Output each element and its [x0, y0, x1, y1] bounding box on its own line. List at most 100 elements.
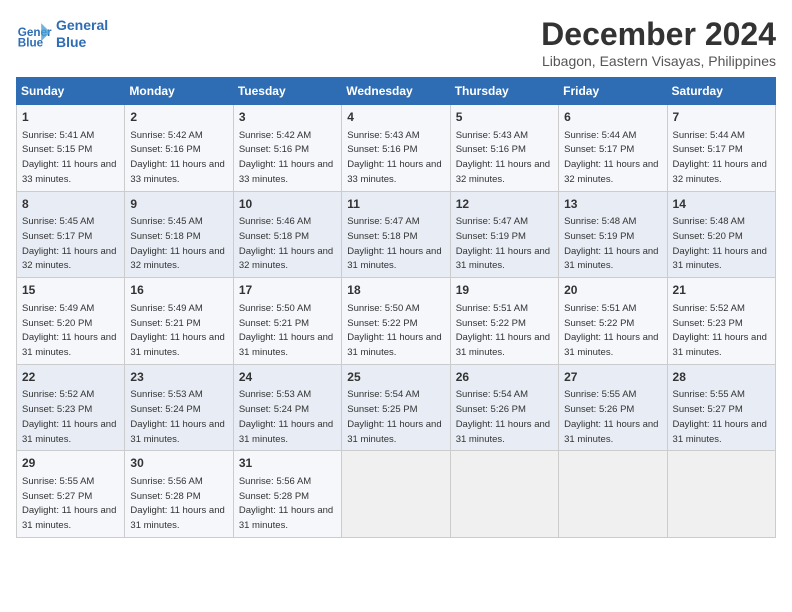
calendar-cell: 1 Sunrise: 5:41 AMSunset: 5:15 PMDaylight…	[17, 105, 125, 192]
calendar-cell: 26Sunrise: 5:54 AMSunset: 5:26 PMDayligh…	[450, 364, 558, 451]
calendar-cell: 7Sunrise: 5:44 AMSunset: 5:17 PMDaylight…	[667, 105, 775, 192]
day-info: Sunrise: 5:56 AMSunset: 5:28 PMDaylight:…	[130, 476, 224, 531]
day-number: 23	[130, 369, 227, 386]
day-number: 7	[673, 109, 770, 126]
calendar-cell: 4 Sunrise: 5:43 AMSunset: 5:16 PMDaylight…	[342, 105, 450, 192]
day-info: Sunrise: 5:50 AMSunset: 5:21 PMDaylight:…	[239, 303, 333, 358]
day-number: 9	[130, 196, 227, 213]
day-number: 12	[456, 196, 553, 213]
calendar-cell: 11 Sunrise: 5:47 AMSunset: 5:18 PMDayligh…	[342, 191, 450, 278]
day-info: Sunrise: 5:54 AMSunset: 5:25 PMDaylight:…	[347, 389, 441, 444]
day-info: Sunrise: 5:45 AMSunset: 5:18 PMDaylight:…	[130, 216, 224, 271]
col-header-saturday: Saturday	[667, 78, 775, 105]
calendar-cell: 8 Sunrise: 5:45 AMSunset: 5:17 PMDaylight…	[17, 191, 125, 278]
day-info: Sunrise: 5:47 AMSunset: 5:19 PMDaylight:…	[456, 216, 550, 271]
day-info: Sunrise: 5:52 AMSunset: 5:23 PMDaylight:…	[22, 389, 116, 444]
location-subtitle: Libagon, Eastern Visayas, Philippines	[541, 53, 776, 69]
day-number: 5	[456, 109, 553, 126]
day-info: Sunrise: 5:43 AMSunset: 5:16 PMDaylight:…	[456, 130, 550, 185]
calendar-header-row: SundayMondayTuesdayWednesdayThursdayFrid…	[17, 78, 776, 105]
day-number: 29	[22, 455, 119, 472]
day-info: Sunrise: 5:56 AMSunset: 5:28 PMDaylight:…	[239, 476, 333, 531]
col-header-sunday: Sunday	[17, 78, 125, 105]
day-number: 28	[673, 369, 770, 386]
day-info: Sunrise: 5:45 AMSunset: 5:17 PMDaylight:…	[22, 216, 116, 271]
logo-line2: Blue	[56, 34, 108, 51]
col-header-friday: Friday	[559, 78, 667, 105]
col-header-monday: Monday	[125, 78, 233, 105]
day-number: 11	[347, 196, 444, 213]
calendar-cell: 14 Sunrise: 5:48 AMSunset: 5:20 PMDayligh…	[667, 191, 775, 278]
day-number: 8	[22, 196, 119, 213]
day-number: 22	[22, 369, 119, 386]
calendar-table: SundayMondayTuesdayWednesdayThursdayFrid…	[16, 77, 776, 538]
day-info: Sunrise: 5:41 AMSunset: 5:15 PMDaylight:…	[22, 130, 116, 185]
calendar-cell: 28 Sunrise: 5:55 AMSunset: 5:27 PMDayligh…	[667, 364, 775, 451]
day-info: Sunrise: 5:42 AMSunset: 5:16 PMDaylight:…	[130, 130, 224, 185]
day-info: Sunrise: 5:52 AMSunset: 5:23 PMDaylight:…	[673, 303, 767, 358]
day-info: Sunrise: 5:48 AMSunset: 5:19 PMDaylight:…	[564, 216, 658, 271]
day-info: Sunrise: 5:46 AMSunset: 5:18 PMDaylight:…	[239, 216, 333, 271]
logo-icon: General Blue	[16, 16, 52, 52]
calendar-cell: 25 Sunrise: 5:54 AMSunset: 5:25 PMDayligh…	[342, 364, 450, 451]
day-info: Sunrise: 5:49 AMSunset: 5:21 PMDaylight:…	[130, 303, 224, 358]
col-header-tuesday: Tuesday	[233, 78, 341, 105]
calendar-cell	[667, 451, 775, 538]
day-number: 18	[347, 282, 444, 299]
day-number: 19	[456, 282, 553, 299]
calendar-cell: 24 Sunrise: 5:53 AMSunset: 5:24 PMDayligh…	[233, 364, 341, 451]
calendar-cell: 18 Sunrise: 5:50 AMSunset: 5:22 PMDayligh…	[342, 278, 450, 365]
title-area: December 2024 Libagon, Eastern Visayas, …	[541, 16, 776, 69]
day-info: Sunrise: 5:42 AMSunset: 5:16 PMDaylight:…	[239, 130, 333, 185]
day-number: 17	[239, 282, 336, 299]
calendar-cell: 2 Sunrise: 5:42 AMSunset: 5:16 PMDaylight…	[125, 105, 233, 192]
calendar-cell	[342, 451, 450, 538]
calendar-week-row: 22 Sunrise: 5:52 AMSunset: 5:23 PMDayligh…	[17, 364, 776, 451]
day-number: 4	[347, 109, 444, 126]
calendar-cell: 16 Sunrise: 5:49 AMSunset: 5:21 PMDayligh…	[125, 278, 233, 365]
day-info: Sunrise: 5:43 AMSunset: 5:16 PMDaylight:…	[347, 130, 441, 185]
day-info: Sunrise: 5:55 AMSunset: 5:27 PMDaylight:…	[673, 389, 767, 444]
calendar-cell	[450, 451, 558, 538]
calendar-week-row: 8 Sunrise: 5:45 AMSunset: 5:17 PMDaylight…	[17, 191, 776, 278]
day-number: 15	[22, 282, 119, 299]
day-number: 24	[239, 369, 336, 386]
day-info: Sunrise: 5:51 AMSunset: 5:22 PMDaylight:…	[456, 303, 550, 358]
calendar-cell: 22 Sunrise: 5:52 AMSunset: 5:23 PMDayligh…	[17, 364, 125, 451]
day-info: Sunrise: 5:44 AMSunset: 5:17 PMDaylight:…	[564, 130, 658, 185]
page-header: General Blue General Blue December 2024 …	[16, 16, 776, 69]
day-info: Sunrise: 5:48 AMSunset: 5:20 PMDaylight:…	[673, 216, 767, 271]
day-number: 20	[564, 282, 661, 299]
day-info: Sunrise: 5:53 AMSunset: 5:24 PMDaylight:…	[130, 389, 224, 444]
day-number: 16	[130, 282, 227, 299]
calendar-cell: 10Sunrise: 5:46 AMSunset: 5:18 PMDayligh…	[233, 191, 341, 278]
calendar-week-row: 15Sunrise: 5:49 AMSunset: 5:20 PMDayligh…	[17, 278, 776, 365]
day-number: 13	[564, 196, 661, 213]
calendar-cell: 6Sunrise: 5:44 AMSunset: 5:17 PMDaylight…	[559, 105, 667, 192]
day-info: Sunrise: 5:51 AMSunset: 5:22 PMDaylight:…	[564, 303, 658, 358]
calendar-cell: 9 Sunrise: 5:45 AMSunset: 5:18 PMDaylight…	[125, 191, 233, 278]
day-info: Sunrise: 5:53 AMSunset: 5:24 PMDaylight:…	[239, 389, 333, 444]
calendar-cell: 23 Sunrise: 5:53 AMSunset: 5:24 PMDayligh…	[125, 364, 233, 451]
day-info: Sunrise: 5:55 AMSunset: 5:26 PMDaylight:…	[564, 389, 658, 444]
calendar-cell: 15Sunrise: 5:49 AMSunset: 5:20 PMDayligh…	[17, 278, 125, 365]
col-header-thursday: Thursday	[450, 78, 558, 105]
day-number: 3	[239, 109, 336, 126]
day-number: 25	[347, 369, 444, 386]
day-number: 2	[130, 109, 227, 126]
day-number: 31	[239, 455, 336, 472]
logo: General Blue General Blue	[16, 16, 108, 52]
svg-text:Blue: Blue	[18, 37, 44, 50]
calendar-cell: 30Sunrise: 5:56 AMSunset: 5:28 PMDayligh…	[125, 451, 233, 538]
day-info: Sunrise: 5:47 AMSunset: 5:18 PMDaylight:…	[347, 216, 441, 271]
day-number: 26	[456, 369, 553, 386]
day-number: 1	[22, 109, 119, 126]
calendar-cell: 29Sunrise: 5:55 AMSunset: 5:27 PMDayligh…	[17, 451, 125, 538]
calendar-cell: 20 Sunrise: 5:51 AMSunset: 5:22 PMDayligh…	[559, 278, 667, 365]
calendar-cell: 27Sunrise: 5:55 AMSunset: 5:26 PMDayligh…	[559, 364, 667, 451]
day-number: 14	[673, 196, 770, 213]
day-info: Sunrise: 5:50 AMSunset: 5:22 PMDaylight:…	[347, 303, 441, 358]
calendar-cell: 19 Sunrise: 5:51 AMSunset: 5:22 PMDayligh…	[450, 278, 558, 365]
calendar-week-row: 29Sunrise: 5:55 AMSunset: 5:27 PMDayligh…	[17, 451, 776, 538]
calendar-cell: 31 Sunrise: 5:56 AMSunset: 5:28 PMDayligh…	[233, 451, 341, 538]
